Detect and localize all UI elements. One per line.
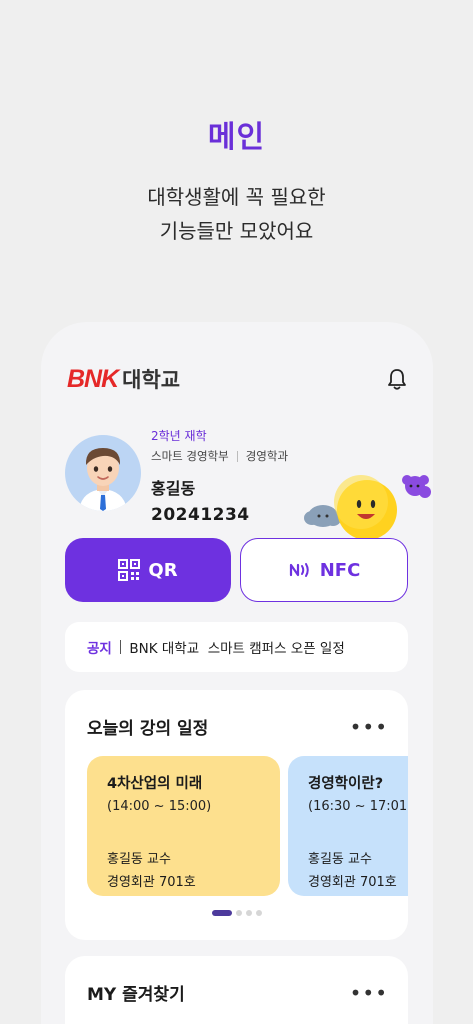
nfc-icon (289, 563, 309, 577)
lecture-room: 경영회관 701호 (308, 875, 397, 890)
favorites-header: MY 즐겨찾기 ••• (87, 980, 388, 1006)
carousel-pagination (65, 910, 408, 916)
lecture-title: 경영학이란? (308, 776, 384, 792)
pagination-dot[interactable] (255, 910, 262, 916)
nfc-button[interactable]: NFC (240, 538, 408, 602)
lecture-card[interactable]: 4차산업의 미래 (14:00 ~ 15:00) 홍길동 교수 경영회관 701… (87, 756, 280, 896)
action-buttons: QR NFC (65, 538, 408, 602)
lecture-title: 4차산업의 미래 (107, 776, 203, 792)
schedule-header: 오늘의 강의 일정 ••• (87, 714, 388, 740)
college-label: 스마트 경영학부 (151, 449, 229, 463)
promo-subtitle: 대학생활에 꼭 필요한 기능들만 모았어요 (0, 180, 473, 248)
avatar (65, 435, 141, 511)
major-label: 경영학과 (245, 449, 289, 463)
notice-label: 공지 (87, 641, 112, 657)
lecture-professor: 홍길동 교수 (308, 852, 372, 867)
lecture-carousel[interactable]: 4차산업의 미래 (14:00 ~ 15:00) 홍길동 교수 경영회관 701… (87, 756, 408, 896)
phone-screen: BNK 대학교 2학년 재학 스마트 경영학부 경영학과 홍길동 2024123… (41, 322, 433, 1024)
student-name: 홍길동 (151, 479, 196, 498)
bnk-logo: BNK (67, 364, 119, 393)
university-name: 대학교 (122, 368, 181, 392)
pagination-dot[interactable] (245, 910, 252, 916)
qr-code-icon (118, 559, 141, 581)
qr-button[interactable]: QR (65, 538, 231, 602)
more-options-icon[interactable]: ••• (350, 983, 388, 1003)
more-options-icon[interactable]: ••• (350, 717, 388, 737)
bell-icon[interactable] (385, 366, 409, 392)
promo-subtitle-line2: 기능들만 모았어요 (159, 219, 314, 243)
nfc-label: NFC (319, 559, 361, 581)
favorites-title: MY 즐겨찾기 (87, 985, 185, 1005)
promo-title: 메인 (207, 120, 266, 155)
notice-text: BNK 대학교 스마트 캠퍼스 오픈 일정 (129, 641, 345, 657)
schedule-card: 오늘의 강의 일정 ••• 4차산업의 미래 (14:00 ~ 15:00) 홍… (65, 690, 408, 940)
lecture-time: (14:00 ~ 15:00) (107, 799, 212, 814)
lecture-time: (16:30 ~ 17:01) (308, 799, 408, 814)
grade-status: 2학년 재학 (151, 429, 207, 443)
lecture-card[interactable]: 경영학이란? (16:30 ~ 17:01) 홍길동 교수 경영회관 701호 (288, 756, 408, 896)
app-header: BNK 대학교 (67, 364, 409, 394)
profile-info: 2학년 재학 스마트 경영학부 경영학과 홍길동 20241234 (151, 429, 288, 525)
pagination-dot[interactable] (235, 910, 242, 916)
lecture-professor: 홍길동 교수 (107, 852, 171, 867)
brand-logo[interactable]: BNK 대학교 (67, 364, 180, 394)
divider (236, 450, 238, 462)
qr-label: QR (148, 559, 178, 581)
lecture-room: 경영회관 701호 (107, 875, 196, 890)
notice-banner[interactable]: 공지 BNK 대학교 스마트 캠퍼스 오픈 일정 (65, 622, 408, 672)
favorites-card: MY 즐겨찾기 ••• (65, 956, 408, 1024)
purple-mascot (402, 475, 431, 498)
student-id: 20241234 (151, 505, 250, 525)
pagination-dot[interactable] (211, 910, 232, 916)
smiley-mascot (334, 475, 397, 540)
schedule-title: 오늘의 강의 일정 (87, 719, 209, 739)
promo-subtitle-line1: 대학생활에 꼭 필요한 (147, 185, 326, 209)
department: 스마트 경영학부 경영학과 (151, 448, 288, 464)
notice-divider (119, 640, 122, 654)
